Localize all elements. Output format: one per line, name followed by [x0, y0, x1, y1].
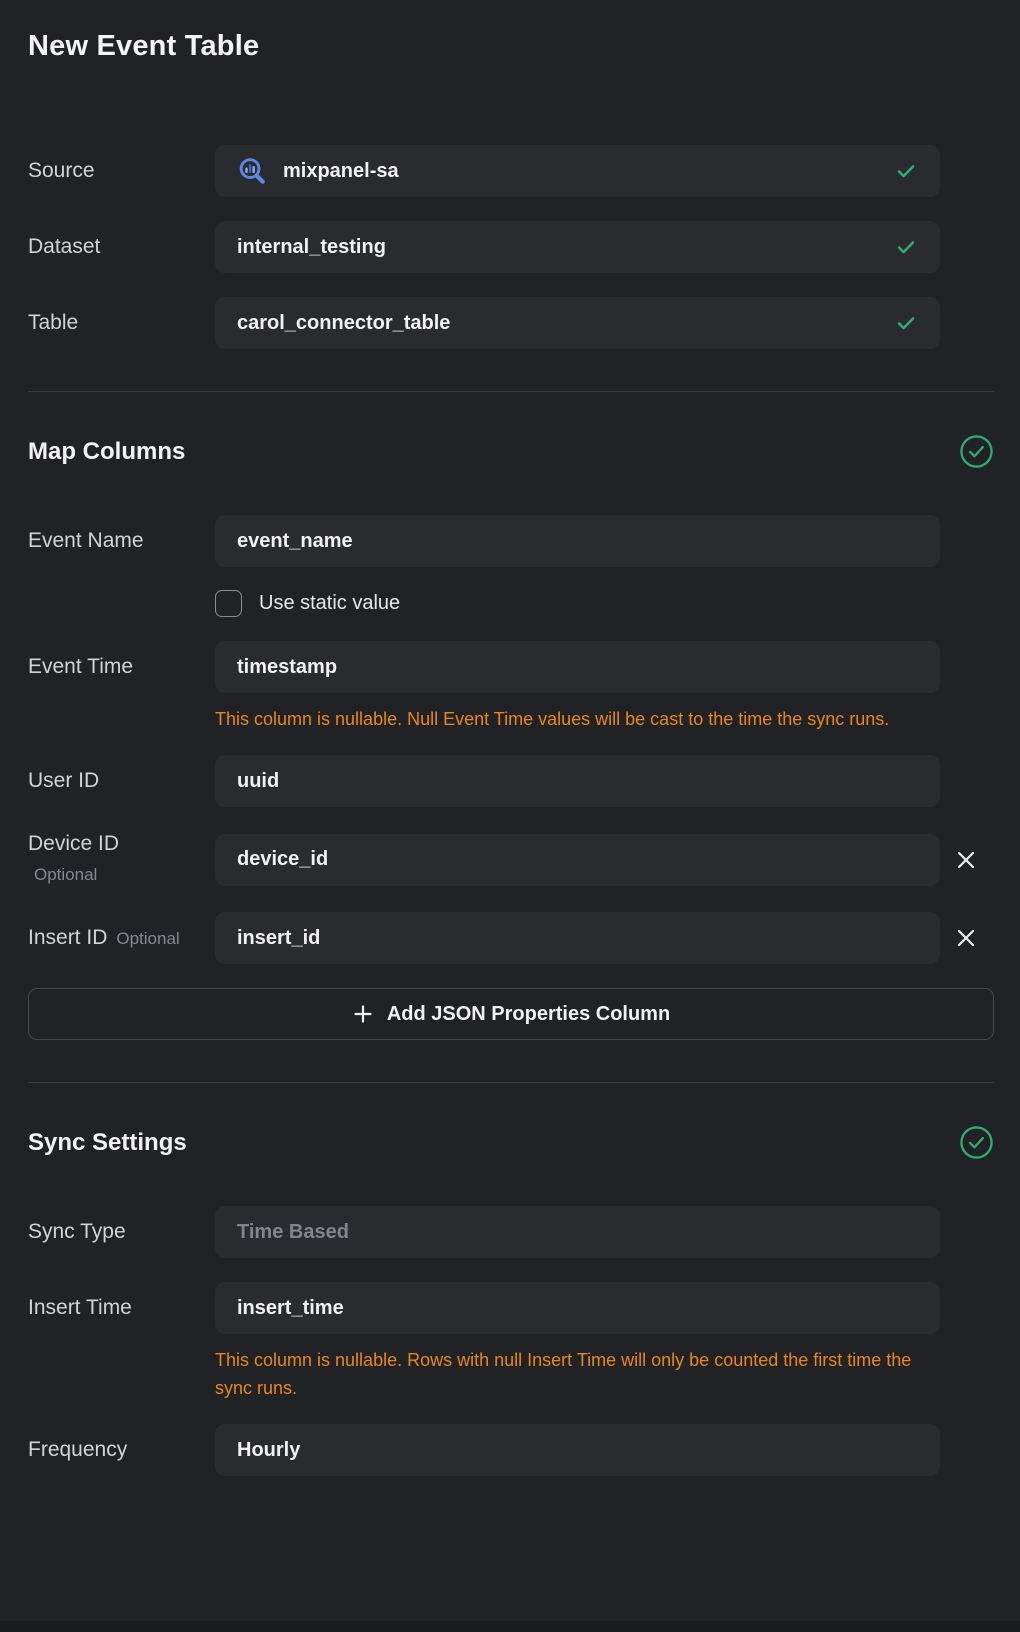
use-static-value-checkbox[interactable] [215, 590, 242, 617]
add-json-properties-label: Add JSON Properties Column [387, 1003, 670, 1026]
frequency-row: Frequency Hourly [28, 1424, 994, 1476]
section-complete-icon [959, 1125, 994, 1160]
insert-id-input[interactable]: insert_id [215, 912, 940, 964]
sync-type-label: Sync Type [28, 1219, 215, 1245]
event-name-row: Event Name event_name [28, 515, 994, 567]
sync-settings-header: Sync Settings [28, 1125, 994, 1160]
dataset-row: Dataset internal_testing [28, 221, 994, 273]
insert-id-value: insert_id [237, 927, 320, 950]
event-time-row: Event Time timestamp [28, 641, 994, 693]
use-static-value-label: Use static value [259, 592, 400, 615]
remove-insert-id-button[interactable] [948, 920, 984, 956]
event-time-warning-row: This column is nullable. Null Event Time… [28, 705, 994, 733]
sync-type-value: Time Based [237, 1221, 349, 1244]
device-id-label-text: Device ID [28, 832, 119, 855]
connection-section: Source mixpanel-sa [28, 145, 994, 349]
insert-id-optional-label: Optional [116, 929, 179, 948]
event-name-value: event_name [237, 530, 353, 553]
sync-type-input: Time Based [215, 1206, 940, 1258]
table-label: Table [28, 310, 215, 336]
event-name-input[interactable]: event_name [215, 515, 940, 567]
section-complete-icon [959, 434, 994, 469]
sync-settings-heading: Sync Settings [28, 1129, 187, 1157]
close-icon [954, 848, 978, 872]
insert-time-value: insert_time [237, 1297, 344, 1320]
new-event-table-form: New Event Table Source mixpanel [0, 0, 1020, 1632]
device-id-optional-label: Optional [28, 862, 215, 888]
insert-time-warning-row: This column is nullable. Rows with null … [28, 1346, 994, 1402]
plus-icon [352, 1003, 374, 1025]
dataset-input[interactable]: internal_testing [215, 221, 940, 273]
insert-time-label: Insert Time [28, 1295, 215, 1321]
page-title: New Event Table [28, 0, 994, 63]
source-value: mixpanel-sa [283, 160, 399, 183]
section-divider [28, 1082, 994, 1083]
dataset-label: Dataset [28, 234, 215, 260]
table-value: carol_connector_table [237, 312, 450, 335]
valid-check-icon [894, 311, 918, 335]
remove-device-id-button[interactable] [948, 842, 984, 878]
user-id-row: User ID uuid [28, 755, 994, 807]
use-static-value-row: Use static value [215, 587, 994, 619]
user-id-value: uuid [237, 770, 279, 793]
user-id-label: User ID [28, 768, 215, 794]
event-time-warning: This column is nullable. Null Event Time… [215, 705, 889, 733]
add-json-properties-button[interactable]: Add JSON Properties Column [28, 988, 994, 1040]
source-row: Source mixpanel-sa [28, 145, 994, 197]
device-id-label: Device ID Optional [28, 831, 215, 888]
device-id-value: device_id [237, 848, 328, 871]
insert-id-label: Insert ID Optional [28, 925, 215, 952]
sync-type-row: Sync Type Time Based [28, 1206, 994, 1258]
frequency-label: Frequency [28, 1437, 215, 1463]
insert-time-input[interactable]: insert_time [215, 1282, 940, 1334]
valid-check-icon [894, 235, 918, 259]
insert-time-warning: This column is nullable. Rows with null … [215, 1346, 920, 1402]
event-time-input[interactable]: timestamp [215, 641, 940, 693]
close-icon [954, 926, 978, 950]
device-id-input[interactable]: device_id [215, 834, 940, 886]
source-label: Source [28, 158, 215, 184]
event-name-label: Event Name [28, 528, 215, 554]
table-input[interactable]: carol_connector_table [215, 297, 940, 349]
mixpanel-source-icon [237, 156, 268, 187]
insert-id-label-text: Insert ID [28, 926, 107, 949]
valid-check-icon [894, 159, 918, 183]
event-time-label: Event Time [28, 654, 215, 680]
event-time-value: timestamp [237, 656, 337, 679]
frequency-input[interactable]: Hourly [215, 1424, 940, 1476]
map-columns-heading: Map Columns [28, 438, 185, 466]
user-id-input[interactable]: uuid [215, 755, 940, 807]
frequency-value: Hourly [237, 1439, 300, 1462]
device-id-row: Device ID Optional device_id [28, 831, 994, 888]
dataset-value: internal_testing [237, 236, 386, 259]
map-columns-header: Map Columns [28, 434, 994, 469]
insert-id-row: Insert ID Optional insert_id [28, 912, 994, 964]
insert-time-row: Insert Time insert_time [28, 1282, 994, 1334]
bottom-edge [0, 1621, 1020, 1632]
section-divider [28, 391, 994, 392]
table-row: Table carol_connector_table [28, 297, 994, 349]
source-input[interactable]: mixpanel-sa [215, 145, 940, 197]
